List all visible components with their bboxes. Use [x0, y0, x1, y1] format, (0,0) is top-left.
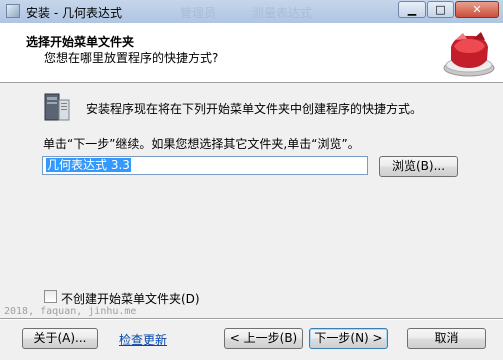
page-subtitle: 您想在哪里放置程序的快捷方式?: [44, 51, 219, 65]
next-button[interactable]: 下一步(N) >: [309, 328, 388, 349]
ghost-title-2: 测量表达式: [252, 6, 313, 20]
footer-divider: [0, 318, 503, 320]
maximize-button[interactable]: □: [427, 1, 454, 18]
installer-icon: [6, 4, 20, 18]
no-folder-label[interactable]: 不创建开始菜单文件夹(D): [61, 290, 200, 307]
about-button[interactable]: 关于(A)...: [22, 328, 98, 349]
minimize-button[interactable]: ▁: [398, 1, 426, 18]
minimize-icon: ▁: [407, 3, 417, 16]
no-folder-checkbox[interactable]: [44, 290, 57, 303]
watermark-text: 2018, faquan, jinhu.me: [4, 306, 137, 317]
start-menu-folder-input[interactable]: 几何表达式 3.3: [42, 156, 368, 175]
folder-input-value: 几何表达式 3.3: [46, 158, 131, 172]
computer-icon: [44, 93, 70, 121]
close-icon: ✕: [472, 3, 482, 16]
title-bar[interactable]: 安装 - 几何表达式 管理员 测量表达式 ▁ □ ✕: [0, 0, 503, 24]
check-update-link[interactable]: 检查更新: [119, 331, 167, 348]
maximize-icon: □: [435, 3, 446, 16]
cancel-button[interactable]: 取消: [407, 328, 486, 349]
close-button[interactable]: ✕: [455, 1, 499, 18]
intro-text: 安装程序现在将在下列开始菜单文件夹中创建程序的快捷方式。: [86, 102, 423, 116]
window-title: 安装 - 几何表达式: [26, 6, 122, 20]
browse-button[interactable]: 浏览(B)...: [379, 156, 458, 177]
instruction-text: 单击“下一步”继续。如果您想选择其它文件夹,单击“浏览”。: [43, 137, 360, 151]
wizard-header: 选择开始菜单文件夹 您想在哪里放置程序的快捷方式?: [0, 23, 503, 83]
red-box-logo: [443, 32, 495, 77]
page-title: 选择开始菜单文件夹: [26, 35, 135, 49]
back-button[interactable]: < 上一步(B): [224, 328, 303, 349]
ghost-title-1: 管理员: [180, 6, 217, 20]
